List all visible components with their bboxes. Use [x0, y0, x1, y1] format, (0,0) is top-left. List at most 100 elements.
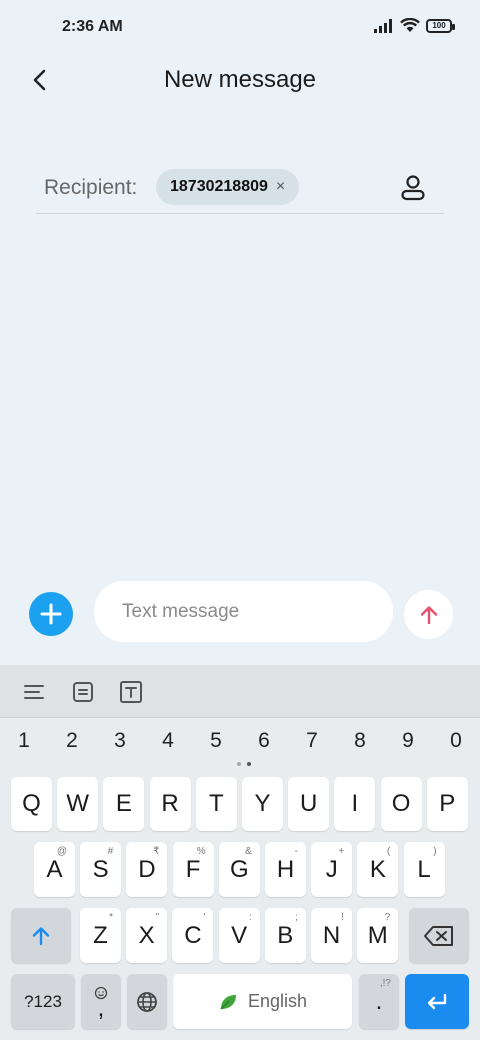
number-key-4[interactable]: 4	[153, 729, 183, 753]
plus-icon	[40, 603, 62, 625]
key-label: Y	[254, 790, 271, 817]
key-label: T	[208, 790, 224, 817]
key-x[interactable]: X "	[126, 908, 168, 963]
key-hint: !	[341, 912, 344, 923]
recipient-number: 18730218809	[170, 178, 268, 195]
key-t[interactable]: T	[195, 777, 237, 831]
send-arrow-icon	[420, 605, 437, 624]
key-e[interactable]: E	[103, 777, 145, 831]
status-time: 2:36 AM	[62, 18, 123, 35]
key-r[interactable]: R	[149, 777, 191, 831]
number-key-3[interactable]: 3	[105, 729, 135, 753]
key-q[interactable]: Q	[11, 777, 52, 831]
key-hint: ;	[295, 912, 298, 923]
key-h[interactable]: H-	[265, 842, 306, 897]
clipboard-icon[interactable]	[71, 680, 95, 704]
text-format-icon[interactable]	[119, 680, 143, 704]
enter-key[interactable]	[405, 974, 469, 1029]
key-m[interactable]: M?	[357, 908, 399, 963]
number-key-6[interactable]: 6	[249, 729, 279, 753]
space-label: English	[247, 991, 308, 1011]
key-i[interactable]: I	[334, 777, 376, 831]
key-j[interactable]: J +	[311, 842, 353, 897]
number-key-1[interactable]: 1	[9, 729, 39, 753]
enter-arrow-icon	[427, 993, 447, 1009]
key-hint: "	[155, 912, 160, 923]
key-hint: '	[203, 912, 206, 923]
recipient-chip[interactable]: 18730218809 ×	[156, 169, 300, 205]
key-hint: ?	[384, 912, 391, 923]
key-hint: ₹	[153, 846, 160, 857]
symbols-key[interactable]: ?123	[11, 974, 75, 1029]
number-key-0[interactable]: 0	[441, 729, 471, 753]
key-u[interactable]: U	[288, 777, 330, 831]
key-label: J	[325, 855, 338, 883]
status-bar: 2:36 AM 100	[0, 0, 480, 56]
number-key-5[interactable]: 5	[201, 729, 231, 753]
key-l[interactable]: L)	[403, 842, 445, 897]
key-w[interactable]: W	[57, 777, 99, 831]
remove-recipient-icon[interactable]: ×	[276, 179, 285, 195]
key-hint: -	[294, 846, 298, 857]
key-label: E	[115, 790, 132, 817]
key-label: R	[161, 790, 179, 817]
backspace-key[interactable]	[409, 908, 469, 963]
key-hint: @	[56, 846, 67, 857]
key-label: Z	[93, 921, 108, 949]
key-n[interactable]: N!	[311, 908, 352, 963]
menu-lines-icon[interactable]	[22, 680, 46, 704]
key-f[interactable]: F%	[172, 842, 214, 897]
key-label: O	[391, 790, 411, 817]
number-row: 1234567890	[0, 725, 480, 761]
number-key-8[interactable]: 8	[345, 729, 375, 753]
key-a[interactable]: A @	[34, 842, 75, 897]
key-label: K	[369, 855, 386, 883]
message-input[interactable]: Text message	[94, 581, 393, 642]
key-c[interactable]: C '	[172, 908, 214, 963]
key-label: V	[231, 921, 248, 949]
key-o[interactable]: O	[380, 777, 422, 831]
key-label: M	[367, 921, 388, 949]
key-hint: ,!?	[379, 978, 391, 989]
key-hint: &	[245, 846, 252, 857]
contact-icon	[401, 175, 425, 201]
key-d[interactable]: D ₹	[126, 842, 168, 897]
key-label: U	[300, 790, 318, 817]
page-dot	[237, 762, 241, 766]
number-key-9[interactable]: 9	[393, 729, 423, 753]
key-y[interactable]: Y	[242, 777, 283, 831]
key-label: D	[138, 855, 156, 883]
key-hint: :	[248, 912, 252, 923]
comma-key[interactable]: ,	[81, 974, 121, 1029]
period-key[interactable]: .,!?	[359, 974, 399, 1029]
number-key-7[interactable]: 7	[297, 729, 327, 753]
page-indicator	[237, 762, 251, 766]
select-contact-button[interactable]	[398, 172, 428, 202]
key-label: ?123	[24, 991, 62, 1011]
page-dot-active	[247, 762, 251, 766]
page-title: New message	[163, 66, 317, 93]
key-label: L	[417, 855, 431, 883]
key-k[interactable]: K(	[357, 842, 399, 897]
number-key-2[interactable]: 2	[57, 729, 87, 753]
space-key[interactable]: English	[173, 974, 352, 1029]
language-key[interactable]	[127, 974, 167, 1029]
leaf-icon	[220, 994, 236, 1009]
wifi-icon	[400, 18, 420, 32]
send-button[interactable]	[404, 590, 453, 639]
key-s[interactable]: S #	[80, 842, 122, 897]
key-g[interactable]: G &	[218, 842, 260, 897]
shift-key[interactable]	[11, 908, 71, 963]
key-label: I	[351, 790, 359, 817]
key-hint: %	[196, 846, 206, 857]
key-hint: *	[109, 912, 113, 923]
key-p[interactable]: P	[426, 777, 468, 831]
shift-arrow-icon	[32, 926, 50, 945]
key-label: P	[439, 790, 456, 817]
battery-level: 100	[432, 21, 446, 30]
key-v[interactable]: V:	[218, 908, 260, 963]
add-attachment-button[interactable]	[29, 592, 73, 636]
keyboard: 1234567890 Q W E R T Y U I O P A @ S # D ₹ F% G & H - J + K(L) Z…	[0, 665, 480, 1040]
key-b[interactable]: B;	[264, 908, 306, 963]
key-z[interactable]: Z *	[80, 908, 121, 963]
